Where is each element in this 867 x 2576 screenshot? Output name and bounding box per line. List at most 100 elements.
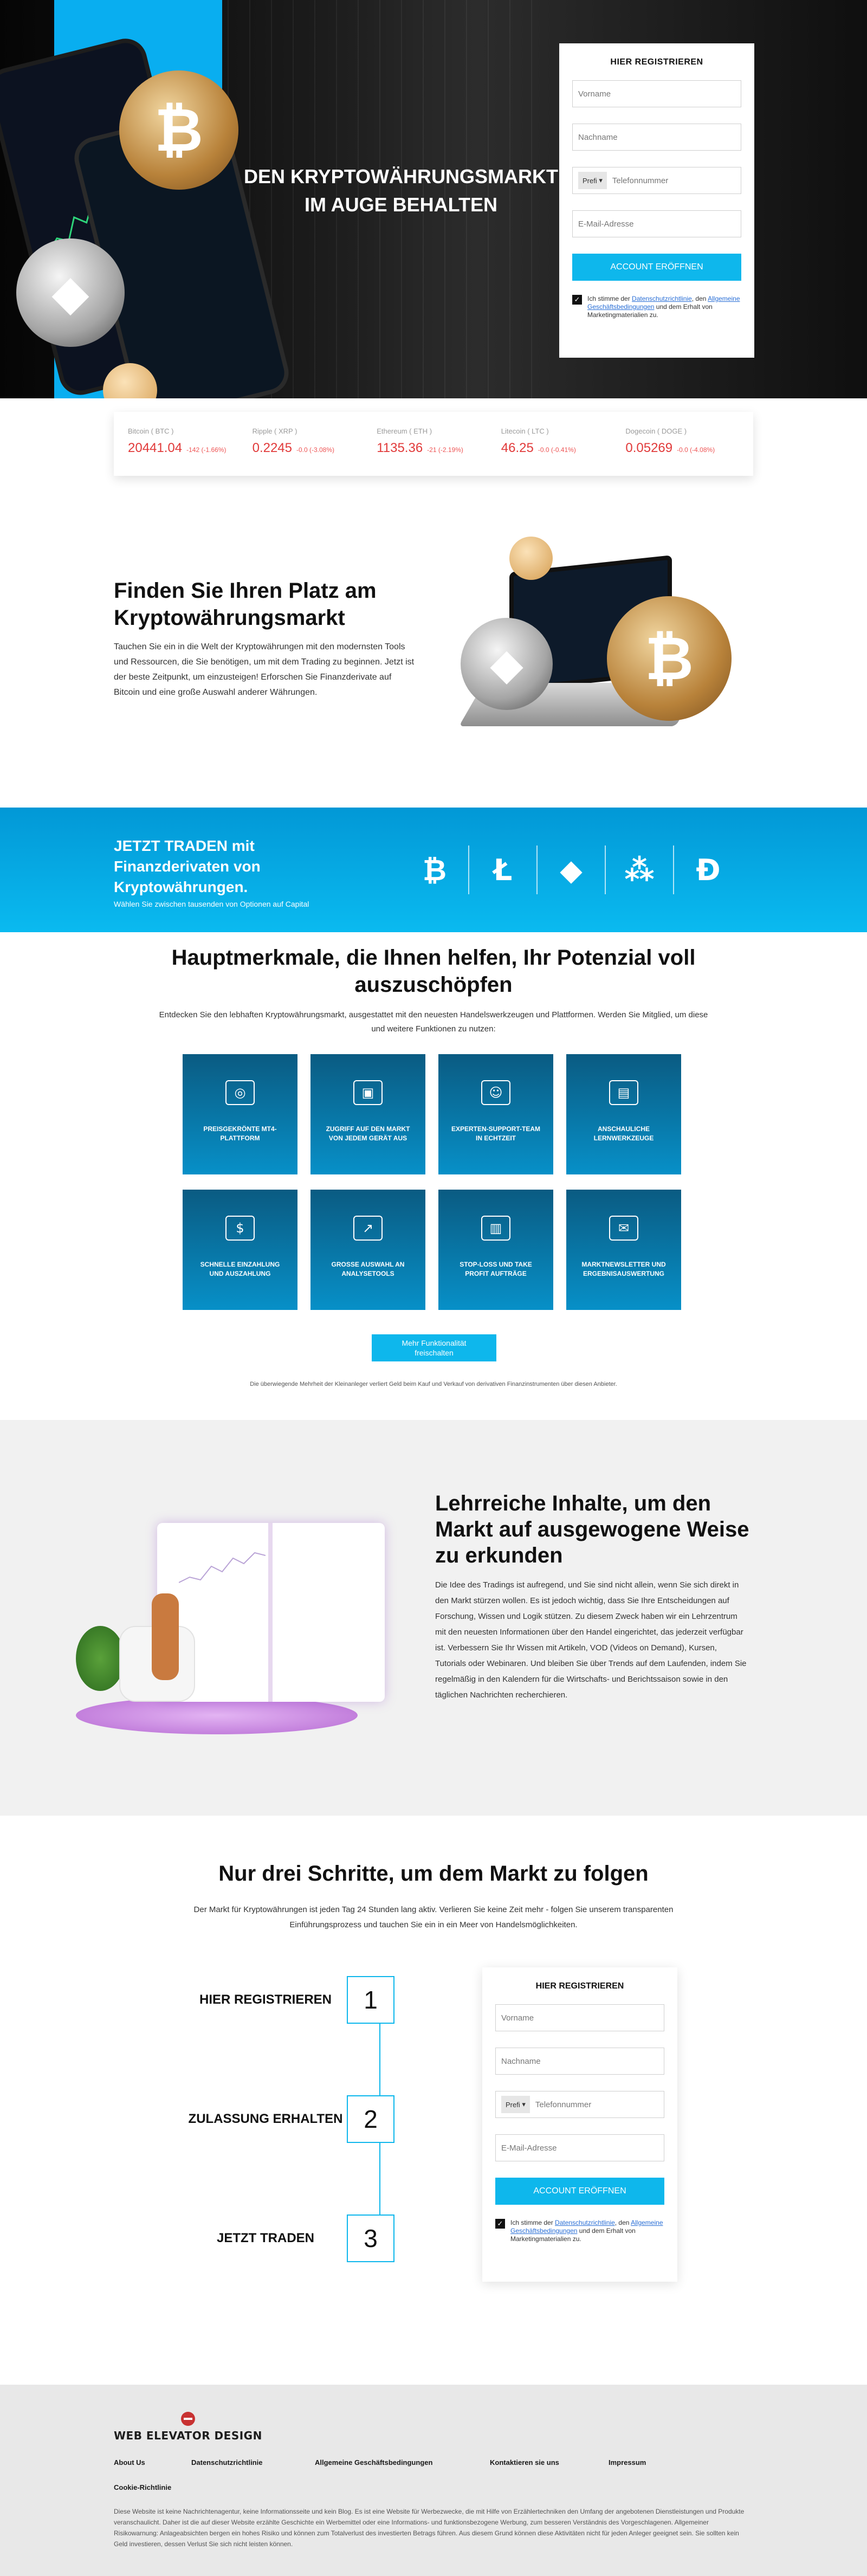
country-code-select[interactable]: Prefi ▾ [501,2096,530,2113]
consent-mid: , den [614,2219,631,2226]
phone-field[interactable]: Prefi ▾ Telefonnummer [495,2091,664,2118]
ticker-change: -21 (-2.19%) [427,446,463,454]
ticker-change: -0.0 (-0.41%) [538,446,576,454]
bitcoin-icon: ₿ [401,845,469,894]
footer-link-about[interactable]: About Us [114,2458,191,2467]
feature-label: STOP-LOSS UND TAKE PROFIT AUFTRÄGE [460,1261,532,1277]
ticker-item: Dogecoin ( DOGE ) 0.05269 -0.0 (-4.08%) [620,427,745,461]
education-body: Die Idee des Tradings ist aufregend, und… [435,1580,747,1700]
feature-label: GROSSE AUSWAHL AN ANALYSETOOLS [331,1261,405,1277]
registration-form: HIER REGISTRIEREN Vorname Nachname Prefi… [559,43,754,358]
ticker-price: 20441.04 [128,441,183,455]
privacy-link[interactable]: Datenschutzrichtlinie [632,295,692,302]
ticker-item: Bitcoin ( BTC ) 20441.04 -142 (-1.66%) [122,427,247,461]
first-name-field[interactable]: Vorname [495,2004,664,2031]
price-ticker: Bitcoin ( BTC ) 20441.04 -142 (-1.66%) Ri… [114,412,753,476]
trade-now-band: JETZT TRADEN mit Finanzderivaten von Kry… [0,808,867,932]
consent-checkbox[interactable]: ✓ [495,2219,505,2229]
last-name-field[interactable]: Nachname [495,2048,664,2075]
feature-label: ANSCHAULICHE LERNWERKZEUGE [593,1125,654,1142]
feature-card: ◎ PREISGEKRÖNTE MT4-PLATTFORM [183,1054,297,1174]
privacy-link[interactable]: Datenschutzrichtlinie [555,2219,615,2226]
ethereum-coin-icon: ◆ [461,618,553,710]
consent-text: Ich stimme der Datenschutzrichtlinie, de… [587,295,741,319]
ticker-price: 1135.36 [377,441,423,455]
hero-title: DEN KRYPTOWÄHRUNGSMARKT IM AUGE BEHALTEN [244,165,558,216]
feature-label: PREISGEKRÖNTE MT4-PLATTFORM [203,1125,277,1142]
consent-row: ✓ Ich stimme der Datenschutzrichtlinie, … [495,2219,664,2243]
feature-label: EXPERTEN-SUPPORT-TEAM IN ECHTZEIT [451,1125,540,1142]
education-title: Lehrreiche Inhalte, um den Markt auf aus… [435,1492,749,1567]
ethereum-coin-icon: ◆ [16,238,125,347]
ticker-name: Ripple ( XRP ) [252,427,297,435]
step-label: ZULASSUNG ERHALTEN [188,2112,343,2126]
footer-links: About Us Datenschutzrichtlinie Allgemein… [114,2458,646,2467]
features-intro: Entdecken Sie den lebhaften Kryptowährun… [159,1010,708,1034]
steps-section: Nur drei Schritte, um dem Markt zu folge… [0,1816,867,2385]
gold-coin-icon [509,537,553,580]
consent-mid: , den [691,295,708,302]
last-name-field[interactable]: Nachname [572,124,741,151]
step-item: ZULASSUNG ERHALTEN 2 [184,2095,401,2144]
illustration-base [76,1696,358,1734]
feature-label: SCHNELLE EINZAHLUNG UND AUSZAHLUNG [200,1261,280,1277]
email-field[interactable]: E-Mail-Adresse [495,2134,664,2161]
newsletter-icon: ✉ [609,1216,638,1241]
country-code-select[interactable]: Prefi ▾ [578,172,607,189]
step-number: 3 [347,2215,394,2262]
footer-disclaimer: Diese Website ist keine Nachrichtenagent… [114,2508,745,2548]
payment-icon: $ [225,1216,255,1241]
ticker-name: Ethereum ( ETH ) [377,427,432,435]
plant-image [76,1626,125,1691]
find-body: Tauchen Sie ein in die Welt der Kryptowä… [114,642,415,697]
consent-text: Ich stimme der Datenschutzrichtlinie, de… [510,2219,664,2243]
open-account-button[interactable]: ACCOUNT ERÖFFNEN [495,2178,664,2205]
step-label: HIER REGISTRIEREN [199,1992,332,2007]
feature-card: ☺ EXPERTEN-SUPPORT-TEAM IN ECHTZEIT [438,1054,553,1174]
ticker-name: Dogecoin ( DOGE ) [625,427,687,435]
ticker-name: Bitcoin ( BTC ) [128,427,174,435]
footer-link-cookie[interactable]: Cookie-Richtlinie [114,2483,171,2491]
education-section: Lehrreiche Inhalte, um den Markt auf aus… [0,1420,867,1816]
more-button-line1: Mehr Funktionalität [402,1339,467,1347]
registration-form-secondary: HIER REGISTRIEREN Vorname Nachname Prefi… [482,1967,677,2282]
education-illustration [76,1501,390,1740]
footer-link-terms[interactable]: Allgemeine Geschäftsbedingungen [315,2458,490,2467]
trophy-icon: ◎ [225,1080,255,1105]
consent-checkbox[interactable]: ✓ [572,295,582,305]
footer-link-privacy[interactable]: Datenschutzrichtlinie [191,2458,315,2467]
bitcoin-coin-icon: ₿ [607,596,732,721]
phone-field[interactable]: Prefi ▾ Telefonnummer [572,167,741,194]
phone-placeholder: Telefonnummer [612,176,669,185]
ethereum-icon: ◆ [538,845,606,894]
footer-link-imprint[interactable]: Impressum [609,2458,646,2467]
more-button-line2: freischalten [415,1348,454,1357]
ticker-name: Litecoin ( LTC ) [501,427,549,435]
registration-title: HIER REGISTRIEREN [535,1981,624,1991]
steps-title: Nur drei Schritte, um dem Markt zu folge… [218,1862,649,1886]
email-field[interactable]: E-Mail-Adresse [572,210,741,237]
ticker-change: -142 (-1.66%) [186,446,227,454]
open-account-button[interactable]: ACCOUNT ERÖFFNEN [572,254,741,281]
band-subtitle: Wählen Sie zwischen tausenden von Option… [114,900,309,908]
country-code-value: Prefi [583,176,597,185]
features-grid: ◎ PREISGEKRÖNTE MT4-PLATTFORM ▣ ZUGRIFF AU… [183,1054,681,1310]
footer-link-contact[interactable]: Kontaktieren sie uns [490,2458,609,2467]
devices-icon: ▣ [353,1080,383,1105]
ticker-item: Litecoin ( LTC ) 46.25 -0.0 (-0.41%) [496,427,620,461]
feature-card: ✉ MARKTNEWSLETTER UND ERGEBNISAUSWERTUNG [566,1190,681,1310]
ticker-change: -0.0 (-4.08%) [677,446,715,454]
feature-card: ▥ STOP-LOSS UND TAKE PROFIT AUFTRÄGE [438,1190,553,1310]
ticker-price: 0.05269 [625,441,673,455]
learning-icon: ▤ [609,1080,638,1105]
ticker-item: Ripple ( XRP ) 0.2245 -0.0 (-3.08%) [247,427,372,461]
footer: WEB ELEVATOR DESIGN About Us Datenschutz… [0,2385,867,2576]
consent-prefix: Ich stimme der [587,295,632,302]
features-title: Hauptmerkmale, die Ihnen helfen, Ihr Pot… [171,946,696,997]
site-logo[interactable]: WEB ELEVATOR DESIGN [114,2412,262,2442]
step-item: JETZT TRADEN 3 [184,2214,401,2263]
more-features-button[interactable]: Mehr Funktionalität freischalten [372,1334,496,1361]
first-name-field[interactable]: Vorname [572,80,741,107]
support-icon: ☺ [481,1080,510,1105]
stoploss-icon: ▥ [481,1216,510,1241]
